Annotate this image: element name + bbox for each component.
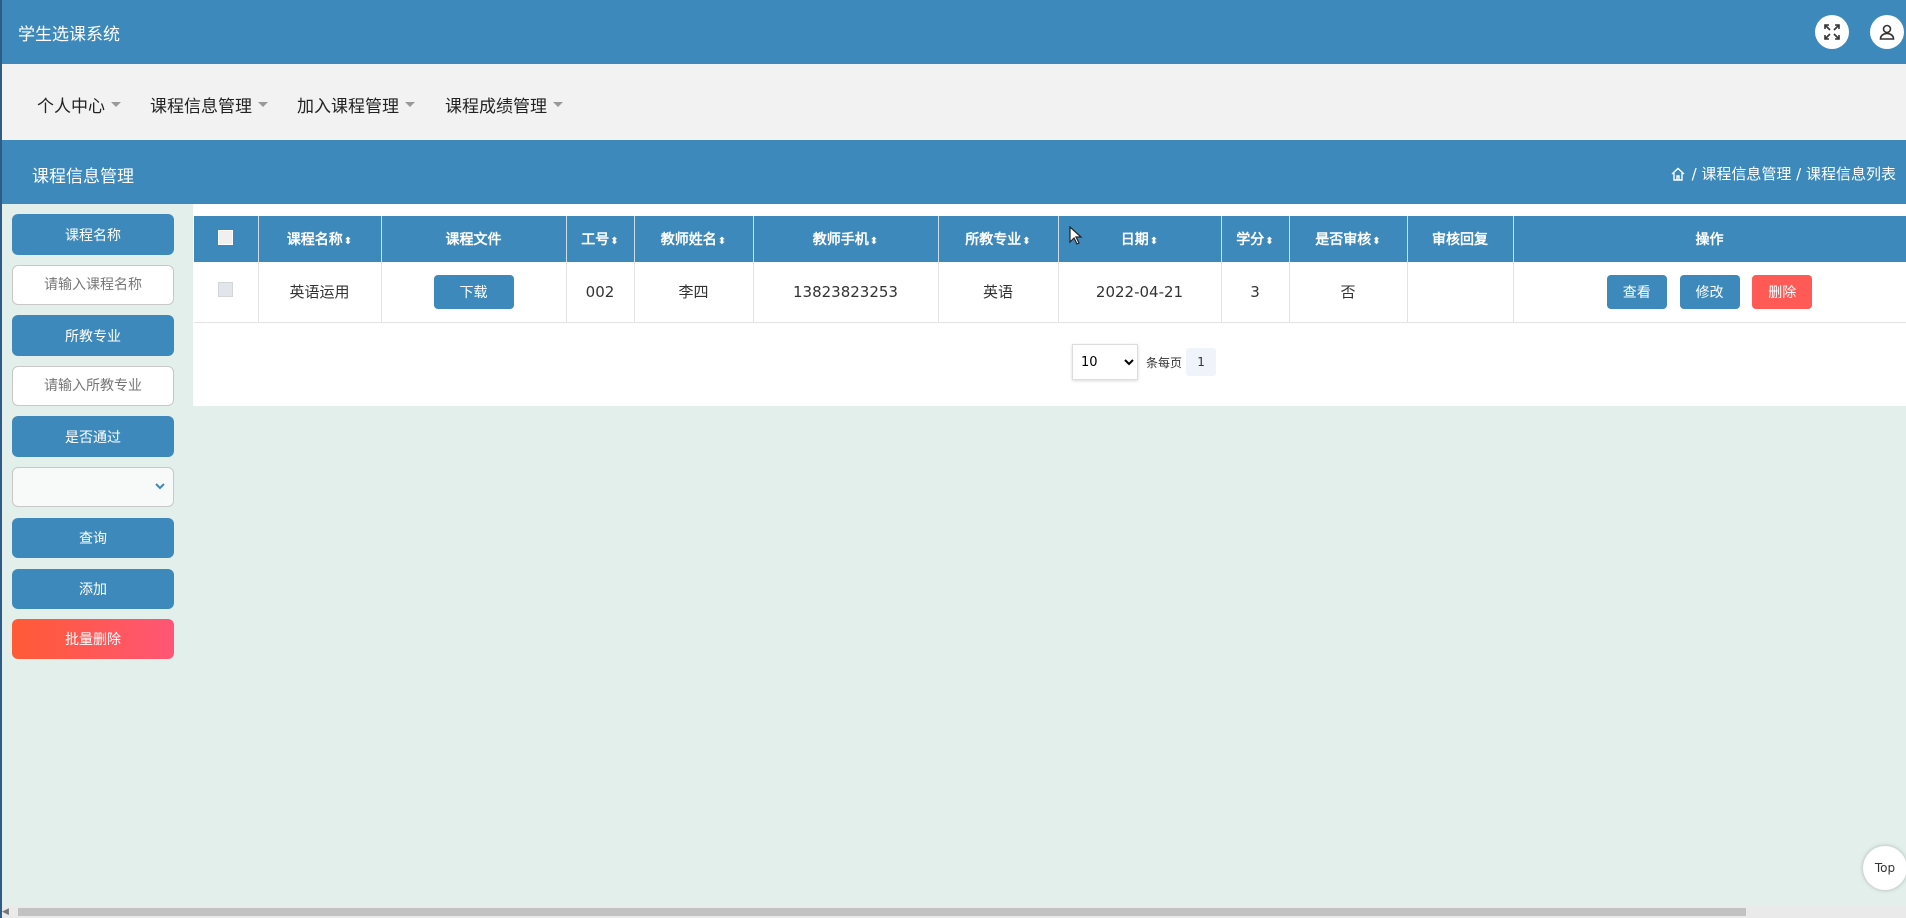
sort-icon: ⬍	[1149, 236, 1159, 247]
scrollbar-thumb[interactable]	[18, 908, 1746, 916]
back-to-top-button[interactable]: Top	[1863, 846, 1906, 890]
page-size-select[interactable]: 102050100	[1072, 344, 1138, 380]
course-name-label: 课程名称	[12, 214, 174, 255]
nav-item-course-grades[interactable]: 课程成绩管理	[445, 92, 563, 117]
cell-actions: 查看 修改 删除	[1513, 262, 1906, 323]
scroll-left-icon[interactable]: ◀	[2, 907, 9, 917]
download-button[interactable]: 下载	[433, 274, 514, 309]
breadcrumb: / 课程信息管理 / 课程信息列表	[1670, 163, 1896, 184]
nav-item-label: 个人中心	[37, 97, 105, 117]
cell-reviewed: 否	[1289, 262, 1408, 323]
major-input[interactable]	[12, 366, 174, 406]
per-page-label: 条每页	[1146, 355, 1183, 370]
cell-review-reply	[1407, 262, 1514, 323]
column-header-teacher-phone[interactable]: 教师手机⬍	[753, 216, 939, 262]
row-checkbox[interactable]	[218, 282, 234, 298]
column-header-course-file: 课程文件	[381, 216, 567, 262]
caret-down-icon	[258, 102, 268, 107]
main-nav: 个人中心 课程信息管理 加入课程管理 课程成绩管理	[0, 64, 1906, 140]
column-header-reviewed[interactable]: 是否审核⬍	[1289, 216, 1408, 262]
pagination: 102050100 条每页 1	[1072, 344, 1217, 380]
column-header-review-reply: 审核回复	[1407, 216, 1514, 262]
nav-item-join-course[interactable]: 加入课程管理	[297, 92, 415, 117]
cell-credit: 3	[1221, 262, 1290, 323]
add-button[interactable]: 添加	[12, 569, 174, 609]
cell-major: 英语	[938, 262, 1059, 323]
breadcrumb-text: / 课程信息管理 / 课程信息列表	[1691, 165, 1896, 183]
fullscreen-icon[interactable]	[1815, 15, 1849, 49]
window-edge	[0, 0, 2, 918]
sort-icon: ⬍	[869, 236, 879, 247]
passed-select[interactable]	[12, 467, 174, 507]
nav-item-course-info[interactable]: 课程信息管理	[150, 92, 268, 117]
horizontal-scrollbar[interactable]: ◀	[0, 906, 1906, 918]
user-icon[interactable]	[1870, 15, 1904, 49]
column-header-actions: 操作	[1513, 216, 1906, 262]
edit-button[interactable]: 修改	[1679, 274, 1740, 309]
nav-item-label: 课程信息管理	[150, 97, 252, 117]
passed-label: 是否通过	[12, 416, 174, 457]
caret-down-icon	[111, 102, 121, 107]
batch-delete-button[interactable]: 批量删除	[12, 619, 174, 659]
cell-teacher-phone: 13823823253	[753, 262, 939, 323]
major-label: 所教专业	[12, 315, 174, 356]
sort-icon: ⬍	[1022, 236, 1031, 247]
view-button[interactable]: 查看	[1606, 274, 1667, 309]
page-number-1[interactable]: 1	[1186, 348, 1217, 376]
nav-item-label: 加入课程管理	[297, 97, 399, 117]
table-row: 英语运用 下载 002 李四 13823823253 英语 2022-04-21…	[194, 262, 1906, 323]
sort-icon: ⬍	[1265, 236, 1274, 247]
sort-icon: ⬍	[343, 236, 353, 247]
course-name-input[interactable]	[12, 265, 174, 305]
nav-item-label: 课程成绩管理	[445, 97, 547, 117]
table-header-row: 课程名称⬍ 课程文件 工号⬍ 教师姓名⬍ 教师手机⬍ 所教专业⬍ 日期⬍ 学分⬍…	[194, 216, 1906, 262]
delete-button[interactable]: 删除	[1752, 274, 1813, 309]
section-header: 课程信息管理 / 课程信息管理 / 课程信息列表	[0, 140, 1906, 204]
home-icon[interactable]	[1670, 166, 1686, 182]
select-all-checkbox[interactable]	[218, 229, 234, 245]
course-table: 课程名称⬍ 课程文件 工号⬍ 教师姓名⬍ 教师手机⬍ 所教专业⬍ 日期⬍ 学分⬍…	[194, 216, 1906, 323]
sort-icon: ⬍	[610, 236, 619, 247]
select-all-header	[194, 216, 259, 262]
row-select-cell	[194, 262, 259, 323]
nav-item-personal-center[interactable]: 个人中心	[37, 92, 121, 117]
mouse-cursor-icon	[1069, 226, 1083, 245]
column-header-course-name[interactable]: 课程名称⬍	[258, 216, 382, 262]
cell-course-name: 英语运用	[258, 262, 382, 323]
cell-work-no: 002	[566, 262, 635, 323]
column-header-work-no[interactable]: 工号⬍	[566, 216, 635, 262]
caret-down-icon	[405, 102, 415, 107]
column-header-major[interactable]: 所教专业⬍	[938, 216, 1059, 262]
cell-teacher-name: 李四	[634, 262, 754, 323]
chevron-down-icon	[155, 483, 165, 490]
column-header-credit[interactable]: 学分⬍	[1221, 216, 1290, 262]
sort-icon: ⬍	[717, 236, 727, 247]
sort-icon: ⬍	[1372, 236, 1381, 247]
search-button[interactable]: 查询	[12, 518, 174, 558]
top-bar: 学生选课系统	[0, 0, 1906, 64]
caret-down-icon	[553, 102, 563, 107]
cell-course-file: 下载	[381, 262, 567, 323]
app-title: 学生选课系统	[18, 25, 120, 45]
column-header-teacher-name[interactable]: 教师姓名⬍	[634, 216, 754, 262]
page-title: 课程信息管理	[32, 167, 134, 187]
content-panel: 课程名称⬍ 课程文件 工号⬍ 教师姓名⬍ 教师手机⬍ 所教专业⬍ 日期⬍ 学分⬍…	[193, 204, 1906, 406]
cell-date: 2022-04-21	[1058, 262, 1222, 323]
